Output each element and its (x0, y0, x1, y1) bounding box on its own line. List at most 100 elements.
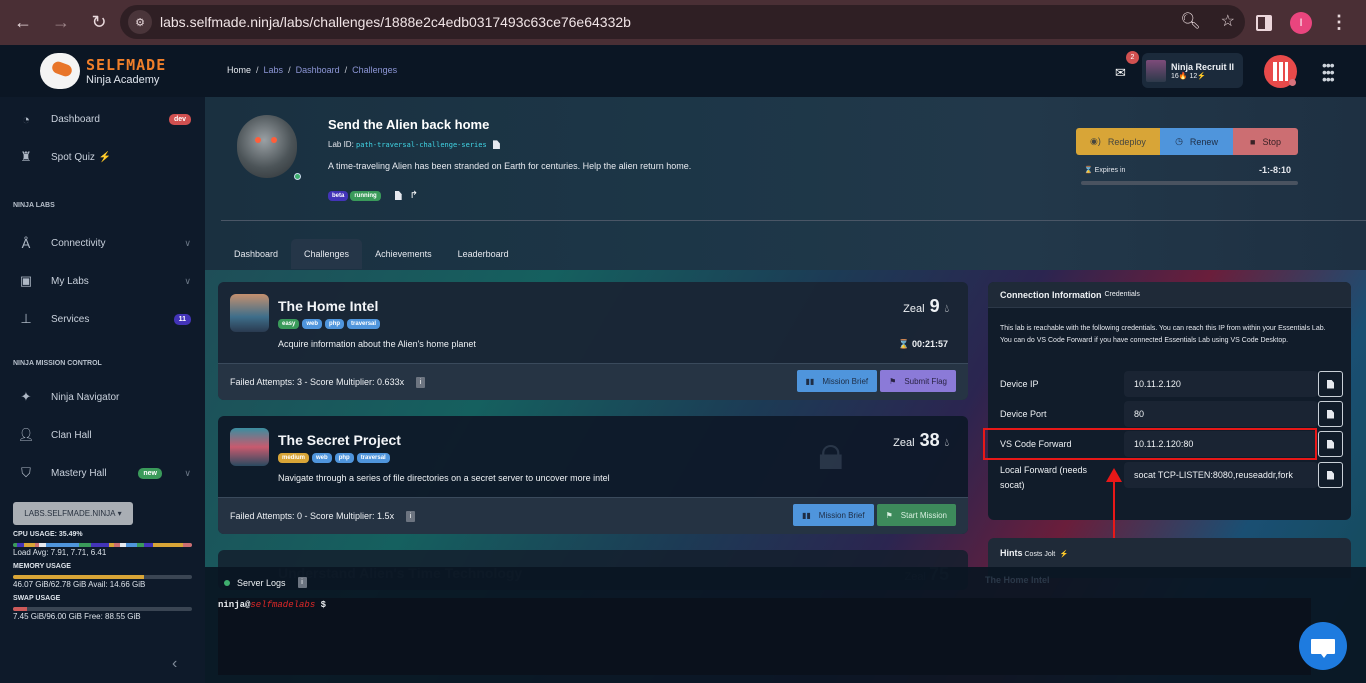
url-text[interactable]: labs.selfmade.ninja/labs/challenges/1888… (160, 14, 631, 30)
copy-icon[interactable] (394, 191, 402, 200)
copy-button[interactable] (1318, 431, 1343, 457)
tab-achievements[interactable]: Achievements (362, 239, 445, 269)
history-icon: ◷ (1175, 136, 1183, 146)
lab-title: Send the Alien back home (328, 117, 490, 132)
copy-button[interactable] (1318, 401, 1343, 427)
breadcrumb-home[interactable]: Home (227, 65, 251, 75)
flag-icon: ⚑ (885, 510, 893, 520)
mission-brief-button[interactable]: ▮▮ Mission Brief (792, 504, 874, 526)
terminal[interactable]: ninja@selfmadelabs $ (218, 598, 1311, 675)
rank-card[interactable]: Ninja Recruit II 16🔥 12⚡ (1142, 53, 1243, 88)
flame-icon: 💧︎ (944, 437, 949, 449)
tag-traversal: traversal (356, 453, 390, 463)
sidebar-item-services[interactable]: ⊥ Services 11 (0, 300, 205, 338)
start-mission-button[interactable]: ⚑ Start Mission (876, 504, 956, 526)
submit-flag-button[interactable]: ⚑ Submit Flag (880, 370, 956, 392)
sidebar-item-my-labs[interactable]: ▣ My Labs ∨ (0, 262, 205, 300)
lab-description: A time-traveling Alien has been stranded… (328, 161, 692, 171)
failed-attempts: Failed Attempts: 0 - Score Multiplier: 1… (230, 511, 416, 523)
sidebar-item-dashboard[interactable]: ◔ Dashboard dev (0, 100, 205, 138)
profile-avatar[interactable]: I (1290, 11, 1312, 34)
chevron-down-icon: ∨ (184, 467, 191, 478)
device-ip-field[interactable]: 10.11.2.120 (1124, 371, 1318, 397)
tab-leaderboard[interactable]: Leaderboard (445, 239, 522, 269)
sidebar-item-label: Mastery Hall (51, 467, 107, 479)
copy-icon[interactable] (492, 140, 500, 150)
divider (221, 220, 1366, 221)
chat-button[interactable] (1299, 622, 1347, 670)
reload-button[interactable]: ↻ (84, 8, 114, 38)
challenge-tags: easy web php traversal (278, 319, 383, 329)
expires-value: -1:-8:10 (1259, 165, 1292, 175)
challenge-title: The Secret Project (278, 432, 401, 448)
stop-button[interactable]: ■ Stop (1233, 128, 1298, 155)
lock-icon: 🔒︎ (818, 427, 844, 480)
breadcrumb-labs[interactable]: Labs (264, 65, 284, 75)
renew-button[interactable]: ◷ Renew (1160, 128, 1233, 155)
collapse-sidebar-icon[interactable]: ‹ (172, 655, 177, 673)
apps-grid-icon[interactable]: ••• ••• ••• (1322, 58, 1336, 86)
bookmark-star-icon[interactable]: ☆ (1221, 11, 1235, 31)
running-badge: running (350, 190, 381, 201)
environment-dropdown[interactable]: LABS.SELFMADE.NINJA ▾ (13, 502, 133, 525)
breadcrumb-challenges[interactable]: Challenges (352, 65, 397, 75)
tab-challenges[interactable]: Challenges (291, 239, 363, 269)
sidebar-item-ninja-navigator[interactable]: ✦ Ninja Navigator (0, 378, 205, 416)
lab-id-label: Lab ID: (328, 140, 354, 149)
hint-item[interactable]: The Home Intel (985, 575, 1325, 585)
network-icon: ⊥ (20, 311, 32, 326)
mail-count-badge: 2 (1126, 51, 1139, 64)
environment-label: LABS.SELFMADE.NINJA (24, 509, 116, 518)
info-icon[interactable]: i (297, 577, 307, 588)
tag-web: web (302, 319, 323, 329)
redeploy-button[interactable]: ◉) Redeploy (1076, 128, 1160, 155)
flag-icon: ⚑ (889, 376, 897, 386)
alien-avatar (237, 115, 297, 178)
info-icon[interactable]: i (406, 511, 416, 523)
tag-easy: easy (278, 319, 300, 329)
browser-menu-icon[interactable]: ⋮ (1330, 12, 1348, 33)
local-forward-field[interactable]: socat TCP-LISTEN:8080,reuseaddr,fork (1124, 462, 1318, 488)
forward-button[interactable]: → (46, 8, 76, 38)
new-badge: new (138, 467, 162, 479)
copy-button[interactable] (1318, 462, 1343, 488)
zeal-score: Zeal 38 💧︎ (893, 430, 949, 450)
chat-icon (1311, 638, 1335, 658)
challenge-tags: medium web php traversal (278, 453, 393, 463)
memory-usage-title: MEMORY USAGE (13, 563, 71, 570)
sidebar-item-clan-hall[interactable]: 👤︎ Clan Hall (0, 416, 205, 454)
mission-brief-button[interactable]: ▮▮ Mission Brief (796, 370, 878, 392)
browser-toolbar: ← → ↻ ⚙ labs.selfmade.ninja/labs/challen… (0, 0, 1366, 45)
failed-attempts: Failed Attempts: 3 - Score Multiplier: 0… (230, 377, 426, 389)
share-icon[interactable]: ↱ (410, 190, 418, 201)
sidebar-item-connectivity[interactable]: Å Connectivity ∨ (0, 224, 205, 262)
rank-name: Ninja Recruit II (1171, 61, 1235, 72)
logo-subtitle: Ninja Academy (86, 74, 160, 86)
sidebar-item-spot-quiz[interactable]: ♜ Spot Quiz ⚡ (0, 138, 205, 176)
stop-icon: ■ (1250, 136, 1256, 147)
side-panel-icon[interactable] (1256, 14, 1272, 31)
info-icon[interactable]: i (416, 377, 426, 389)
connection-info-panel: Connection Information Credentials This l… (988, 282, 1351, 520)
device-port-field[interactable]: 80 (1124, 401, 1318, 427)
tab-dashboard[interactable]: Dashboard (221, 239, 291, 269)
sidebar-item-mastery-hall[interactable]: ⛉ Mastery Hall new ∨ (0, 454, 205, 492)
chevron-down-icon: ∨ (184, 237, 191, 248)
challenge-thumbnail (230, 294, 269, 332)
site-settings-icon[interactable]: ⚙ (128, 10, 152, 34)
back-button[interactable]: ← (8, 8, 38, 38)
beta-badge: beta (328, 190, 349, 201)
services-count-badge: 11 (173, 313, 191, 325)
copy-button[interactable] (1318, 371, 1343, 397)
radio-icon: ◉) (1090, 136, 1101, 146)
rank-avatar (1146, 59, 1166, 82)
mail-icon[interactable]: ✉ (1115, 65, 1126, 81)
server-logs-header[interactable]: Server Logs i (224, 577, 307, 588)
challenge-timer: ⌛ 00:21:57 (898, 339, 948, 349)
zoom-icon[interactable]: 🔍︎ (1180, 11, 1200, 31)
logo[interactable]: SELFMADE Ninja Academy (0, 45, 205, 97)
dev-badge: dev (168, 113, 191, 125)
users-icon: 👤︎ (17, 427, 35, 442)
address-bar[interactable]: ⚙ labs.selfmade.ninja/labs/challenges/18… (120, 5, 1245, 39)
breadcrumb-dashboard[interactable]: Dashboard (296, 65, 340, 75)
